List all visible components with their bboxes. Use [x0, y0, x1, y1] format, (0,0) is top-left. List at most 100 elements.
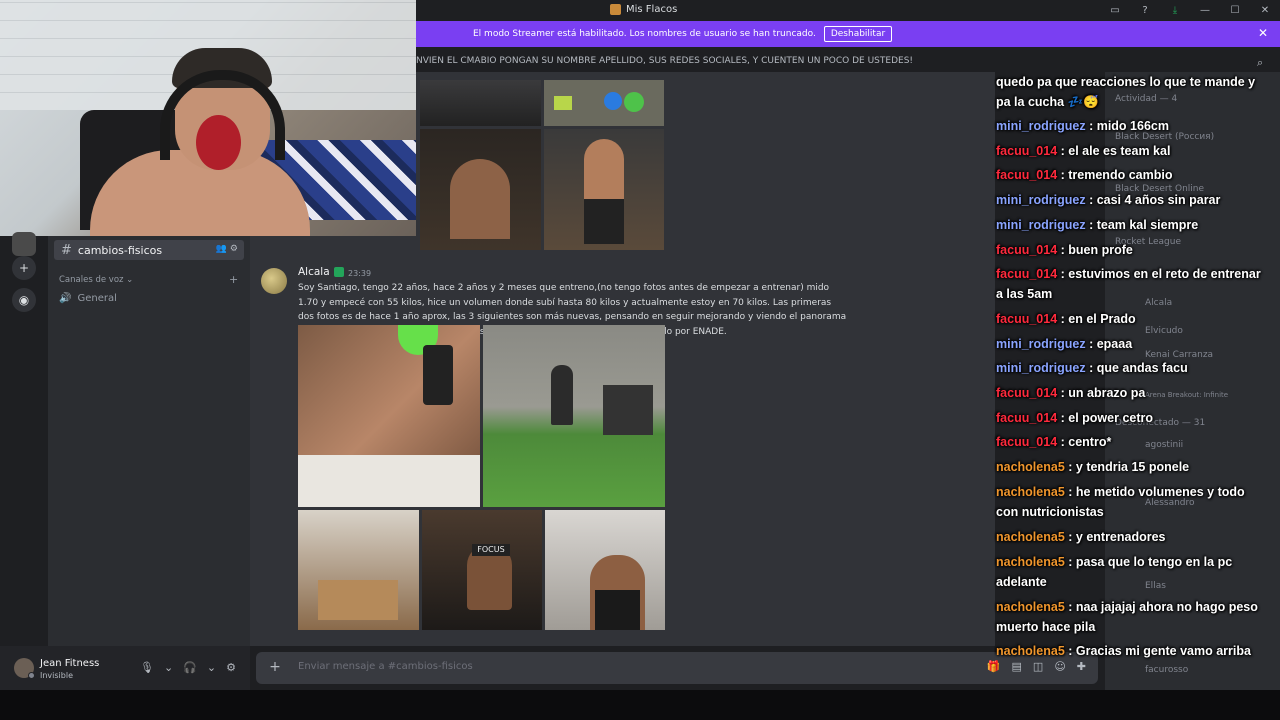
- chat-username: nacholena5: [996, 555, 1065, 569]
- chat-message-text: buen profe: [1068, 243, 1133, 257]
- channel-sidebar: # cambios-fisicos 👥 ⚙ Canales de voz ⌄ +…: [48, 236, 250, 646]
- chat-username: facuu_014: [996, 168, 1058, 182]
- server-icon: [610, 4, 621, 15]
- user-panel: Jean Fitness Invisible 🎙 ⌄ 🎧 ⌄ ⚙: [0, 646, 250, 690]
- chat-message: facuu_014 : un abrazo pa: [996, 386, 1146, 400]
- chat-message-text: un abrazo pa: [1068, 386, 1146, 400]
- chat-message-text: el power cetro: [1068, 411, 1154, 425]
- chat-message: facuu_014 : tremendo cambio: [996, 168, 1173, 182]
- download-icon[interactable]: ⤓: [1160, 5, 1190, 16]
- author-avatar[interactable]: [261, 268, 287, 294]
- chat-message-text: Gracias mi gente vamo arriba: [1075, 644, 1251, 658]
- headphones-icon[interactable]: 🎧: [183, 661, 197, 674]
- author-name[interactable]: Alcala: [298, 266, 330, 278]
- tank-top: [595, 590, 640, 630]
- chat-username: facuu_014: [996, 267, 1058, 281]
- chat-message: facuu_014 : el power cetro: [996, 411, 1154, 425]
- chat-username: nacholena5: [996, 485, 1065, 499]
- chat-username: mini_rodriguez: [996, 193, 1086, 207]
- voice-channel-label: General: [77, 293, 117, 304]
- close-banner-icon[interactable]: ✕: [1258, 26, 1268, 40]
- focus-sign: FOCUS: [472, 544, 510, 556]
- chat-message: facuu_014 : el ale es team kal: [996, 144, 1171, 158]
- chat-message: mini_rodriguez : mido 166cm: [996, 119, 1169, 133]
- chat-username: facuu_014: [996, 435, 1058, 449]
- verified-badge-icon: [333, 267, 344, 277]
- chevron-down-icon[interactable]: ⌄: [164, 661, 173, 674]
- chat-message: mini_rodriguez : epaaa: [996, 337, 1133, 351]
- message-timestamp: 23:39: [348, 269, 372, 278]
- chat-message-text: y tendria 15 ponele: [1075, 460, 1190, 474]
- voice-channel-general[interactable]: 🔊 General: [59, 293, 117, 304]
- chat-username: nacholena5: [996, 644, 1065, 658]
- photo-subject: [584, 199, 624, 244]
- speaker-icon: 🔊: [59, 293, 72, 304]
- user-controls: 🎙 ⌄ 🎧 ⌄ ⚙: [140, 661, 236, 674]
- attach-plus-icon[interactable]: +: [266, 658, 284, 676]
- minimize-button[interactable]: —: [1190, 5, 1220, 16]
- chat-message: nacholena5 : naa jajajaj ahora no hago p…: [996, 600, 1258, 634]
- chat-message-text: team kal siempre: [1096, 218, 1199, 232]
- gym-machine: [603, 385, 653, 435]
- composer-placeholder[interactable]: Enviar mensaje a #cambios-fisicos: [298, 661, 473, 672]
- attachment-image[interactable]: [298, 510, 419, 630]
- server-icon[interactable]: [12, 232, 36, 256]
- chat-username: facuu_014: [996, 312, 1058, 326]
- chat-message: nacholena5 : y tendria 15 ponele: [996, 460, 1190, 474]
- floor: [318, 580, 398, 620]
- channel-actions[interactable]: 👥 ⚙: [216, 244, 238, 254]
- chat-username: nacholena5: [996, 600, 1065, 614]
- chat-message-text: en el Prado: [1068, 312, 1136, 326]
- chat-message-text: quedo pa que reacciones lo que te mande …: [996, 75, 1256, 109]
- status-indicator: [28, 672, 35, 679]
- user-status: Invisible: [40, 671, 73, 680]
- chat-username: nacholena5: [996, 530, 1065, 544]
- add-server-icon[interactable]: +: [12, 256, 36, 280]
- microphone-icon[interactable]: 🎙: [140, 661, 154, 674]
- chat-message-text: tremendo cambio: [1068, 168, 1173, 182]
- user-name[interactable]: Jean Fitness: [40, 658, 99, 669]
- message-composer[interactable]: + Enviar mensaje a #cambios-fisicos 🎁 ▤ …: [256, 652, 1098, 684]
- chat-message: mini_rodriguez : casi 4 años sin parar: [996, 193, 1221, 207]
- voice-header-label: Canales de voz: [59, 275, 124, 285]
- chat-message: nacholena5 : he metido volumenes y todo …: [996, 485, 1245, 519]
- window-title-text: Mis Flacos: [626, 4, 678, 15]
- voice-category-header[interactable]: Canales de voz ⌄: [59, 275, 133, 285]
- help-icon[interactable]: ?: [1130, 5, 1160, 16]
- chat-message-text: mido 166cm: [1096, 119, 1169, 133]
- channel-item-cambios-fisicos[interactable]: # cambios-fisicos 👥 ⚙: [54, 240, 244, 260]
- chat-message: quedo pa que reacciones lo que te mande …: [996, 72, 1262, 112]
- attachment-image[interactable]: [298, 325, 480, 507]
- chevron-down-icon[interactable]: ⌄: [207, 661, 216, 674]
- attachment-image[interactable]: [544, 129, 664, 250]
- settings-gear-icon[interactable]: ⚙: [226, 661, 236, 674]
- chat-username: mini_rodriguez: [996, 361, 1086, 375]
- attachment-image[interactable]: [483, 325, 665, 507]
- server-rail: + ◉: [0, 232, 48, 656]
- chat-message: mini_rodriguez : team kal siempre: [996, 218, 1199, 232]
- close-window-button[interactable]: ✕: [1250, 5, 1280, 16]
- bottom-strip: [0, 690, 1280, 720]
- add-channel-icon[interactable]: +: [229, 273, 238, 286]
- explore-icon[interactable]: ◉: [12, 288, 36, 312]
- attachment-image[interactable]: [544, 80, 664, 126]
- maximize-button[interactable]: ☐: [1220, 5, 1250, 16]
- chat-username: mini_rodriguez: [996, 119, 1086, 133]
- chat-message: nacholena5 : y entrenadores: [996, 530, 1166, 544]
- message-author[interactable]: Alcala: [298, 266, 344, 278]
- inbox-icon[interactable]: ▭: [1100, 5, 1130, 16]
- chat-message: nacholena5 : pasa que lo tengo en la pc …: [996, 555, 1233, 589]
- chat-message-text: el ale es team kal: [1068, 144, 1171, 158]
- channel-name: cambios-fisicos: [77, 243, 163, 257]
- attachment-image[interactable]: [420, 129, 541, 250]
- photo-subject: [551, 365, 573, 425]
- attachment-image[interactable]: [420, 80, 541, 126]
- chat-message-text: y entrenadores: [1075, 530, 1166, 544]
- attachment-image[interactable]: FOCUS: [422, 510, 542, 630]
- phone-in-photo: [423, 345, 453, 405]
- disable-streamer-button[interactable]: Deshabilitar: [823, 26, 893, 42]
- attachment-image[interactable]: [545, 510, 665, 630]
- weight-plate: [554, 96, 572, 110]
- chat-message: facuu_014 : estuvimos en el reto de entr…: [996, 267, 1261, 301]
- chat-message-text: epaaa: [1096, 337, 1133, 351]
